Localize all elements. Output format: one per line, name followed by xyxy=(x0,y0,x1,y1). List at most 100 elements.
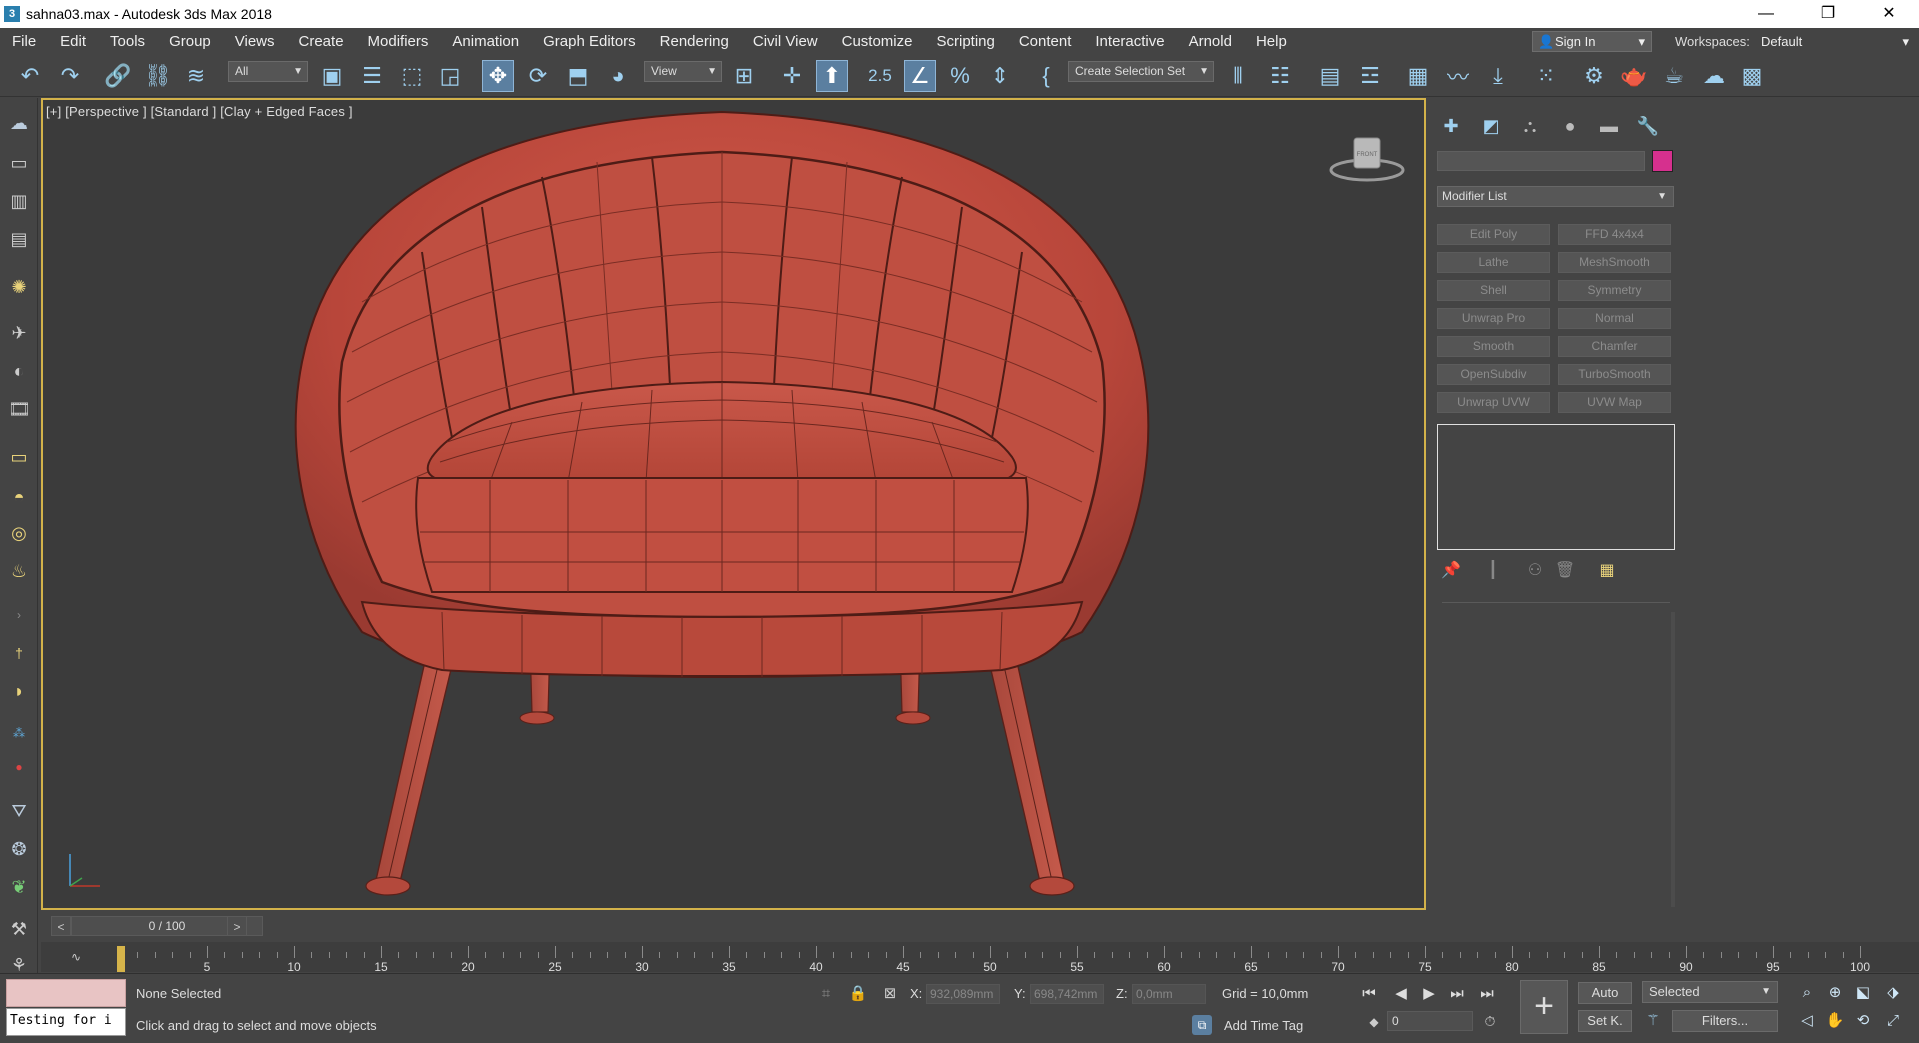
edit-named-selection-icon[interactable]: { xyxy=(1030,60,1062,92)
modifier-button-turbosmooth[interactable]: TurboSmooth xyxy=(1558,364,1671,385)
zoom-extents-all-icon[interactable]: ⬗ xyxy=(1882,982,1904,1004)
menu-file[interactable]: File xyxy=(0,28,48,55)
absolute-mode-icon[interactable]: ⊠ xyxy=(880,984,900,1004)
camera-icon[interactable]: ✈ xyxy=(8,322,30,344)
globe-icon[interactable]: ❂ xyxy=(8,838,30,860)
menu-edit[interactable]: Edit xyxy=(48,28,98,55)
mini-curve-editor-icon[interactable]: ∿ xyxy=(64,948,88,966)
audio-icon[interactable]: ◐ xyxy=(8,360,30,382)
a360-gallery-icon[interactable]: ▩ xyxy=(1736,60,1768,92)
default-in-out-tangents-icon[interactable]: ⚚ xyxy=(1642,1010,1664,1032)
key-filters-button[interactable]: Filters... xyxy=(1672,1010,1778,1032)
hierarchy-tab-icon[interactable]: ⛬ xyxy=(1515,113,1545,139)
menu-help[interactable]: Help xyxy=(1244,28,1299,55)
mirror-icon[interactable]: ⫴ xyxy=(1222,60,1254,92)
viewcube[interactable]: FRONT xyxy=(1327,132,1407,184)
isolate-selection-icon[interactable]: ⌗ xyxy=(816,984,836,1004)
shape-arrow-icon[interactable]: › xyxy=(8,604,30,626)
pin-stack-icon[interactable]: 📌 xyxy=(1440,560,1462,582)
snaps-toggle-icon[interactable]: 2.5 xyxy=(864,60,896,92)
modifier-button-shell[interactable]: Shell xyxy=(1437,280,1550,301)
modifier-button-opensubdiv[interactable]: OpenSubdiv xyxy=(1437,364,1550,385)
previous-frame-icon[interactable]: ◀︎ xyxy=(1390,983,1412,1005)
menu-arnold[interactable]: Arnold xyxy=(1177,28,1244,55)
menu-animation[interactable]: Animation xyxy=(440,28,531,55)
spinner-snap-icon[interactable]: ⇕ xyxy=(984,60,1016,92)
named-selection-dropdown[interactable]: Create Selection Set ▼ xyxy=(1068,61,1214,82)
cylinder-primitive-icon[interactable]: ♨ xyxy=(8,560,30,582)
zoom-icon[interactable]: ⌕ xyxy=(1796,982,1818,1004)
ribbon-toggle-icon[interactable]: ▦ xyxy=(1402,60,1434,92)
menu-content[interactable]: Content xyxy=(1007,28,1084,55)
set-key-icon[interactable]: + xyxy=(1520,980,1568,1034)
play-icon[interactable]: ▶ xyxy=(1418,983,1440,1005)
menu-create[interactable]: Create xyxy=(287,28,356,55)
z-coord-field[interactable]: 0,0mm xyxy=(1132,984,1206,1004)
keyboard-shortcut-override-icon[interactable]: ⬆ xyxy=(816,60,848,92)
box-primitive-icon[interactable]: ▭ xyxy=(8,446,30,468)
perspective-viewport[interactable] xyxy=(41,98,1426,910)
maxscript-listener-input[interactable]: Testing for i xyxy=(6,1008,126,1036)
object-color-swatch[interactable] xyxy=(1652,150,1673,172)
key-filter-dropdown[interactable]: Selected ▼ xyxy=(1642,981,1778,1003)
systems-icon[interactable]: ⁂ xyxy=(8,722,30,744)
effects-icon[interactable]: ● xyxy=(8,756,30,778)
select-and-rotate-icon[interactable]: ⟳ xyxy=(522,60,554,92)
light-icon[interactable]: ✺ xyxy=(8,276,30,298)
current-frame-field[interactable]: 0 xyxy=(1387,1011,1473,1031)
redo-icon[interactable]: ↷ xyxy=(54,60,86,92)
modifier-button-lathe[interactable]: Lathe xyxy=(1437,252,1550,273)
percent-snap-icon[interactable]: % xyxy=(944,60,976,92)
next-frame-icon[interactable]: ⏭ xyxy=(1446,983,1468,1005)
render-setup-icon[interactable]: ⚙ xyxy=(1578,60,1610,92)
utilities-tab-icon[interactable]: 🔧 xyxy=(1633,113,1663,139)
make-unique-icon[interactable]: ⚇ xyxy=(1524,560,1546,582)
select-by-name-icon[interactable]: ☰ xyxy=(356,60,388,92)
go-to-end-icon[interactable]: ⏭ xyxy=(1476,983,1498,1005)
align-icon[interactable]: ☷ xyxy=(1264,60,1296,92)
xref-icon[interactable]: ⛛ xyxy=(8,800,30,822)
maximize-viewport-icon[interactable]: ⤢ xyxy=(1882,1010,1904,1032)
menu-rendering[interactable]: Rendering xyxy=(648,28,741,55)
menu-tools[interactable]: Tools xyxy=(98,28,157,55)
orbit-icon[interactable]: ⟲ xyxy=(1852,1010,1874,1032)
show-end-result-icon[interactable]: ┃ xyxy=(1482,560,1504,582)
motion-tab-icon[interactable]: ● xyxy=(1555,113,1585,139)
modifier-button-chamfer[interactable]: Chamfer xyxy=(1558,336,1671,357)
modifier-list-dropdown[interactable]: Modifier List ▼ xyxy=(1437,186,1674,207)
key-mode-toggle-icon[interactable]: ◆ xyxy=(1365,1013,1383,1031)
open-file-icon[interactable]: ▭ xyxy=(8,152,30,174)
chair-model[interactable] xyxy=(43,100,1424,908)
set-key-button[interactable]: Set K. xyxy=(1578,1010,1632,1032)
auto-key-button[interactable]: Auto xyxy=(1578,982,1632,1004)
modifier-button-unwrap-uvw[interactable]: Unwrap UVW xyxy=(1437,392,1550,413)
link-icon[interactable]: 🔗 xyxy=(102,60,134,92)
render-production-icon[interactable]: ☕ xyxy=(1658,60,1690,92)
field-of-view-icon[interactable]: ◁ xyxy=(1796,1010,1818,1032)
modifier-button-ffd-4x4x4[interactable]: FFD 4x4x4 xyxy=(1558,224,1671,245)
display-tab-icon[interactable]: ▬ xyxy=(1594,113,1624,139)
minimize-button[interactable]: — xyxy=(1743,0,1789,28)
layer-explorer-icon[interactable]: ☲ xyxy=(1354,60,1386,92)
rectangular-selection-icon[interactable]: ⬚ xyxy=(396,60,428,92)
command-panel-scrollbar[interactable] xyxy=(1671,612,1675,907)
x-coord-field[interactable]: 932,089mm xyxy=(926,984,1000,1004)
modifier-button-edit-poly[interactable]: Edit Poly xyxy=(1437,224,1550,245)
sphere-primitive-icon[interactable]: ◓ xyxy=(8,486,30,508)
menu-graph-editors[interactable]: Graph Editors xyxy=(531,28,648,55)
select-and-place-icon[interactable]: ◕ xyxy=(602,60,634,92)
create-tab-icon[interactable]: ✚ xyxy=(1436,113,1466,139)
current-frame-marker[interactable] xyxy=(117,946,125,972)
time-configuration-icon[interactable]: ⏱ xyxy=(1480,1011,1500,1031)
go-to-start-icon[interactable]: ⏮ xyxy=(1358,983,1380,1005)
rendered-frame-window-icon[interactable]: 🫖 xyxy=(1618,60,1650,92)
torus-primitive-icon[interactable]: ◎ xyxy=(8,522,30,544)
time-slider-prev[interactable]: < xyxy=(51,916,71,936)
modifier-button-smooth[interactable]: Smooth xyxy=(1437,336,1550,357)
window-crossing-icon[interactable]: ◲ xyxy=(434,60,466,92)
character-studio-icon[interactable]: ⚒ xyxy=(8,918,30,940)
angle-snap-icon[interactable]: ∠ xyxy=(904,60,936,92)
manipulate-icon[interactable]: ✛ xyxy=(776,60,808,92)
selection-lock-icon[interactable]: 🔒 xyxy=(848,984,868,1004)
layer-manager-icon[interactable]: ▤ xyxy=(8,228,30,250)
